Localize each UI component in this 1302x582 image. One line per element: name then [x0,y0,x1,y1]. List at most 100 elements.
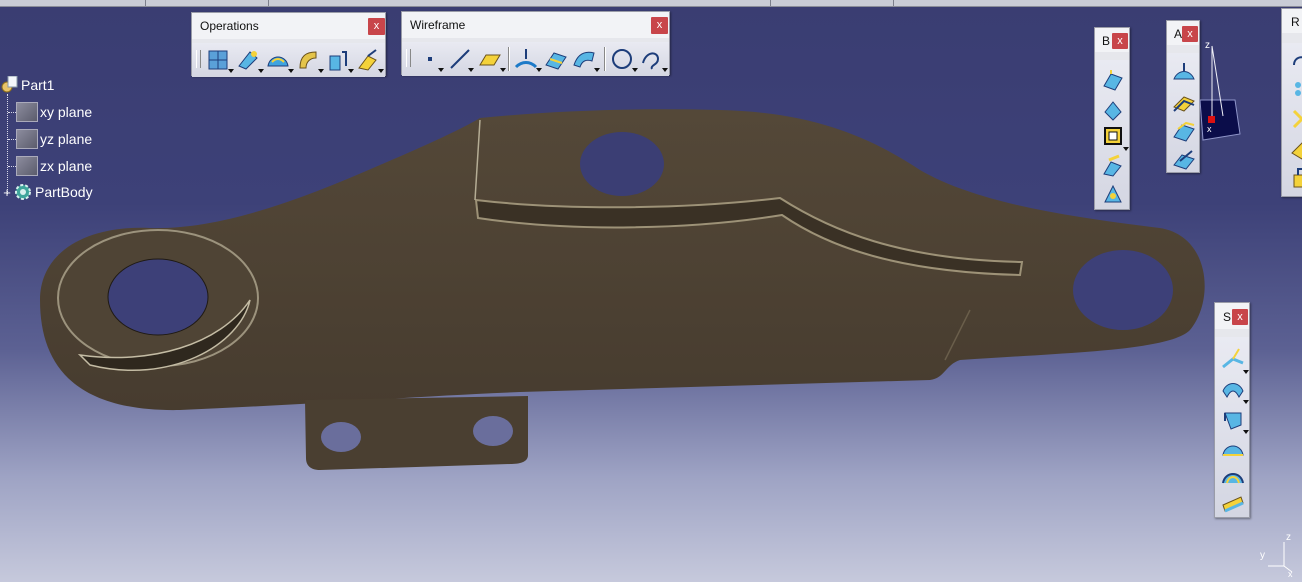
tree-node-yz-plane[interactable]: yz plane [8,128,92,150]
dropdown-arrow[interactable] [228,69,234,73]
surface-revolve-icon[interactable] [1221,377,1245,401]
toolbar-title-bar[interactable]: Operations x [192,13,385,39]
dropdown-arrow[interactable] [378,69,384,73]
circle-icon[interactable] [610,47,634,71]
symmetry-icon[interactable] [1290,107,1302,131]
expand-icon[interactable]: + [0,185,14,200]
close-button[interactable]: x [1232,309,1248,325]
split-icon[interactable] [1172,147,1196,171]
tree-label-yz-plane: yz plane [40,131,93,147]
surface-fill-icon[interactable] [1221,437,1245,461]
blend-surface-icon[interactable] [1101,182,1125,206]
compass[interactable]: z y x [1195,36,1245,146]
plane-icon[interactable] [478,47,502,71]
dropdown-arrow[interactable] [468,68,474,72]
hole-top [580,132,664,196]
axis-triad: z y x [1260,532,1293,578]
sweep-icon[interactable] [1172,61,1196,85]
close-button[interactable]: x [1112,33,1128,49]
toolbar-icons [402,42,669,76]
revolve-surface-icon[interactable] [1101,98,1125,122]
offset-icon[interactable] [572,47,596,71]
hole-boss [107,258,209,336]
compass-z-label: z [1205,40,1210,51]
tree-label-part1: Part1 [21,77,55,93]
pattern-icon[interactable] [1290,77,1302,101]
dropdown-arrow[interactable] [594,68,600,72]
toolbar-icons [1095,60,1129,209]
toolbar-title: R [1291,15,1300,29]
scaling-icon[interactable] [1290,137,1302,161]
axis-y-label: y [1260,550,1265,561]
axis-x-label: x [1288,569,1293,578]
dropdown-arrow[interactable] [536,68,542,72]
toolbar-title-bar[interactable]: Wireframe x [402,12,669,38]
dropdown-arrow[interactable] [1243,430,1249,434]
b-toolbar[interactable]: B x [1094,27,1130,210]
dropdown-arrow[interactable] [258,69,264,73]
extrapolate-icon[interactable] [356,48,380,72]
plane-icon [16,102,38,122]
plane-icon [16,129,38,149]
hole-right [1073,250,1173,330]
tree-node-zx-plane[interactable]: zx plane [8,155,92,177]
axis-z-label: z [1286,532,1291,543]
s-toolbar[interactable]: S x [1214,302,1250,518]
toolbar-title: A [1174,27,1183,41]
healing-icon[interactable] [236,48,260,72]
dropdown-arrow[interactable] [500,68,506,72]
tree-connector [8,112,16,113]
projection-icon[interactable] [514,47,538,71]
toolbar-title: Operations [200,19,259,33]
translate-icon[interactable] [326,48,350,72]
dropdown-arrow[interactable] [1243,400,1249,404]
wireframe-toolbar[interactable]: Wireframe x [401,11,670,76]
toolbar-title-bar[interactable]: B x [1095,28,1129,52]
surface-extrude-icon[interactable] [1221,347,1245,371]
close-button[interactable]: x [368,18,385,35]
surface-thickness-icon[interactable] [1221,493,1245,517]
tree-node-xy-plane[interactable]: xy plane [8,101,92,123]
tree-node-partbody[interactable]: + PartBody [0,181,93,203]
operations-toolbar[interactable]: Operations x [191,12,386,77]
toolbar-title-bar[interactable]: S x [1215,303,1249,329]
r-toolbar[interactable]: R [1281,8,1302,197]
spline-icon[interactable] [640,47,664,71]
fillet-icon[interactable] [266,48,290,72]
fill-surface-icon[interactable] [1101,124,1125,148]
hole-tab-left [321,422,361,452]
toolbar-separator [508,47,509,71]
surface-blend-icon[interactable] [1221,465,1245,489]
compass-x-label: x [1207,124,1212,134]
thick-surface-icon[interactable] [1172,91,1196,115]
dropdown-arrow[interactable] [632,68,638,72]
shape-fillet-icon[interactable] [296,48,320,72]
plane-icon [16,156,38,176]
tree-label-partbody: PartBody [35,184,93,200]
intersection-icon[interactable] [544,47,568,71]
surface-sweep-icon[interactable] [1221,407,1245,431]
toolbar-title: Wireframe [410,18,466,32]
dropdown-arrow[interactable] [348,69,354,73]
dropdown-arrow[interactable] [1243,370,1249,374]
rotate-icon[interactable] [1290,49,1302,73]
multi-section-surface-icon[interactable] [1101,154,1125,178]
offset-surface-icon[interactable] [1172,119,1196,143]
toolbar-grip[interactable] [406,49,411,67]
extrude-surface-icon[interactable] [1101,68,1125,92]
dropdown-arrow[interactable] [318,69,324,73]
dropdown-arrow[interactable] [438,68,444,72]
toolbar-title-bar[interactable]: R [1282,9,1302,33]
tree-connector [8,139,16,140]
dropdown-arrow[interactable] [1123,147,1129,151]
gear-icon [14,183,32,201]
join-icon[interactable] [206,48,230,72]
tree-node-part1[interactable]: Part1 [0,74,54,96]
toolbar-separator [604,47,605,71]
affinity-icon[interactable] [1290,167,1302,191]
dropdown-arrow[interactable] [288,69,294,73]
dropdown-arrow[interactable] [662,68,668,72]
toolbar-title: S [1223,310,1232,324]
toolbar-grip[interactable] [196,50,201,68]
close-button[interactable]: x [651,17,668,34]
